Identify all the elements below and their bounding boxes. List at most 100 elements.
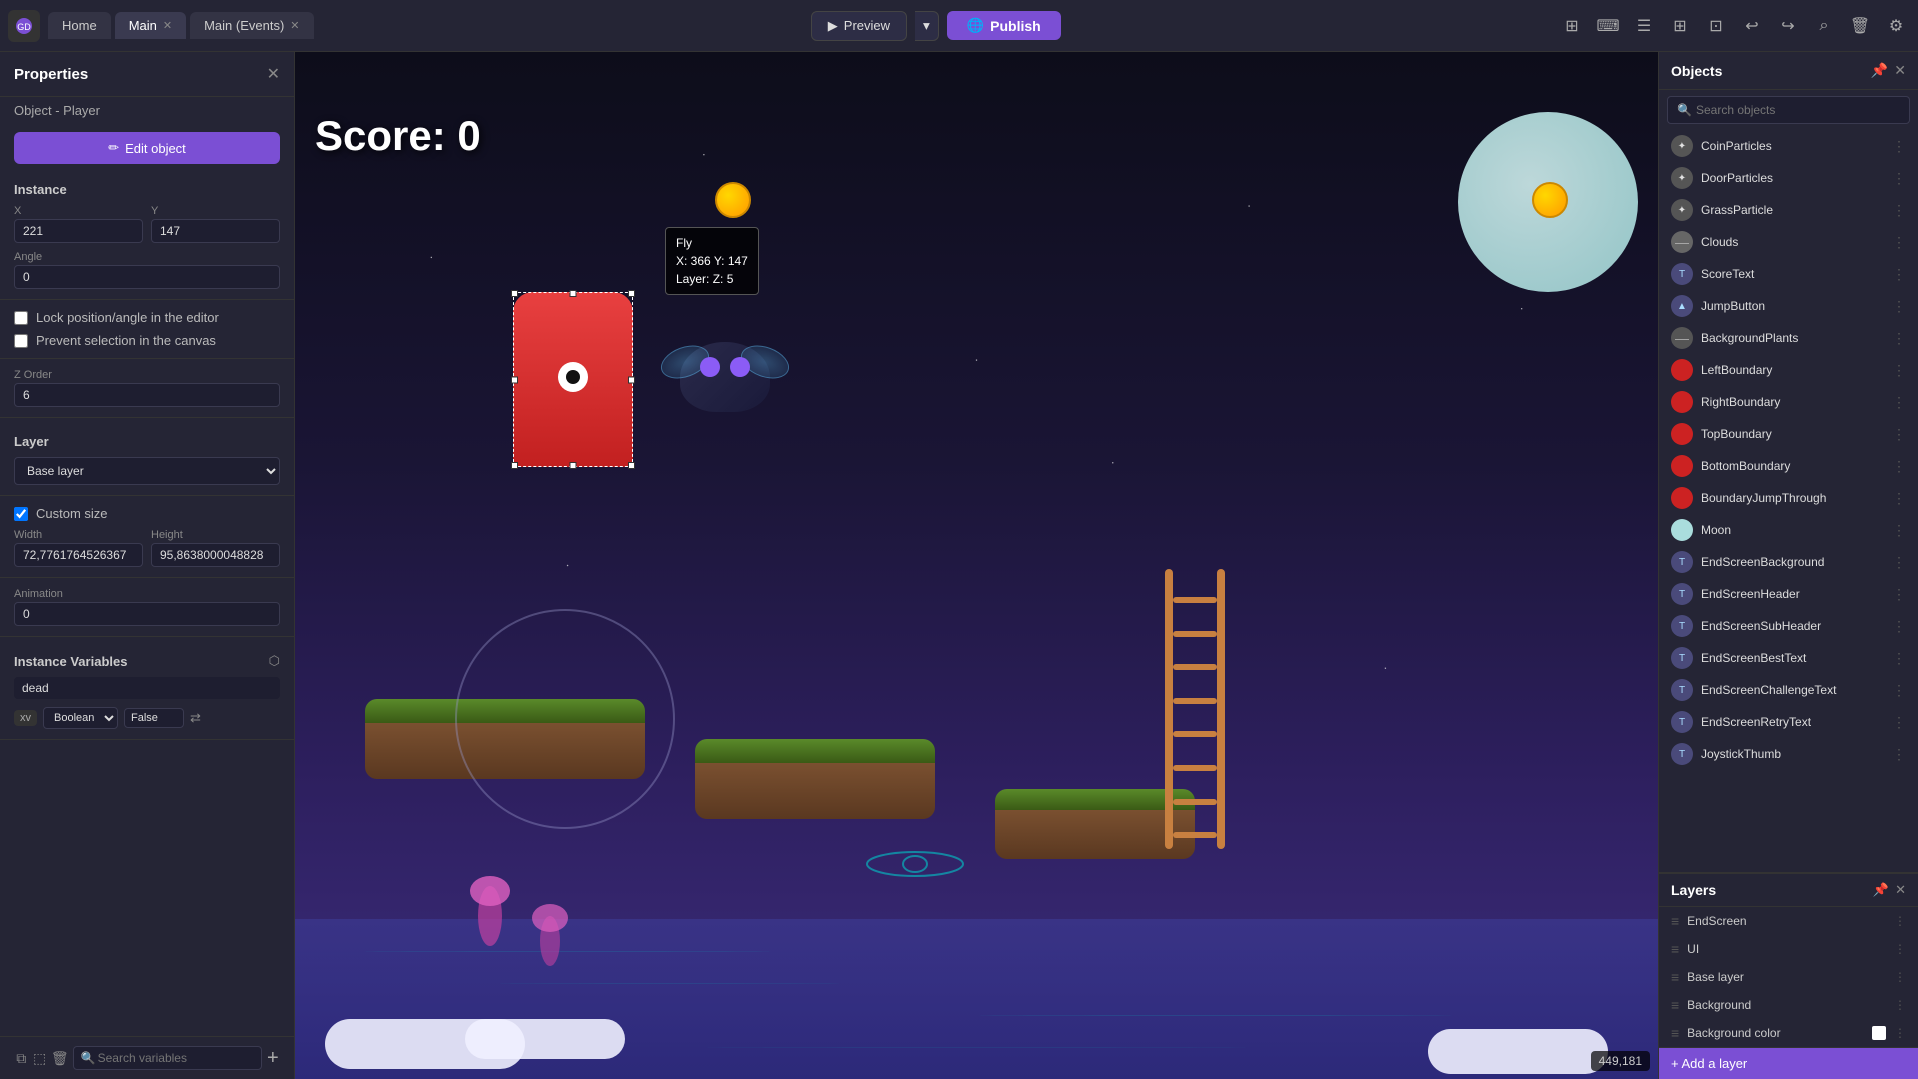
- x-input[interactable]: [14, 219, 143, 243]
- obj-item-doorparticles[interactable]: ✦ DoorParticles ⋮: [1659, 162, 1918, 194]
- grid-icon[interactable]: ⊞: [1666, 12, 1694, 40]
- rightboundary-more[interactable]: ⋮: [1892, 394, 1906, 411]
- settings-icon[interactable]: ⚙: [1882, 12, 1910, 40]
- obj-item-bgplants[interactable]: — BackgroundPlants ⋮: [1659, 322, 1918, 354]
- layer-more-endscreen[interactable]: ⋮: [1894, 914, 1906, 928]
- endscreenheader-more[interactable]: ⋮: [1892, 586, 1906, 603]
- moon-more[interactable]: ⋮: [1892, 522, 1906, 539]
- obj-item-leftboundary[interactable]: LeftBoundary ⋮: [1659, 354, 1918, 386]
- obj-item-endscreenretrytext[interactable]: T EndScreenRetryText ⋮: [1659, 706, 1918, 738]
- scoretext-more[interactable]: ⋮: [1892, 266, 1906, 283]
- edit-object-button[interactable]: ✏ Edit object: [14, 132, 280, 164]
- preview-button[interactable]: ▶ Preview: [811, 11, 907, 41]
- layer-color-swatch-bgcolor[interactable]: [1872, 1026, 1886, 1040]
- width-input[interactable]: [14, 543, 143, 567]
- obj-item-clouds[interactable]: — Clouds ⋮: [1659, 226, 1918, 258]
- tab-main[interactable]: Main ✕: [115, 12, 186, 39]
- zoom-icon[interactable]: ⌕: [1810, 12, 1838, 40]
- endscreenretrytext-more[interactable]: ⋮: [1892, 714, 1906, 731]
- external-link-icon[interactable]: ⬡: [269, 653, 280, 669]
- jumpbutton-more[interactable]: ⋮: [1892, 298, 1906, 315]
- doorparticles-more[interactable]: ⋮: [1892, 170, 1906, 187]
- redo-icon[interactable]: ↪: [1774, 12, 1802, 40]
- animation-input[interactable]: [14, 602, 280, 626]
- obj-item-bottomboundary[interactable]: BottomBoundary ⋮: [1659, 450, 1918, 482]
- add-var-button[interactable]: +: [266, 1045, 280, 1071]
- tab-home[interactable]: Home: [48, 12, 111, 39]
- tab-main-close[interactable]: ✕: [163, 19, 172, 32]
- preview-arrow-button[interactable]: ▾: [915, 11, 939, 41]
- prevent-checkbox[interactable]: [14, 334, 28, 348]
- leftboundary-more[interactable]: ⋮: [1892, 362, 1906, 379]
- obj-item-joystickthumb[interactable]: T JoystickThumb ⋮: [1659, 738, 1918, 770]
- coinparticles-more[interactable]: ⋮: [1892, 138, 1906, 155]
- endscreenbg-more[interactable]: ⋮: [1892, 554, 1906, 571]
- layer-select[interactable]: Base layer: [14, 457, 280, 485]
- layer-item-background[interactable]: ≡ Background ⋮: [1659, 991, 1918, 1019]
- layer-item-endscreen[interactable]: ≡ EndScreen ⋮: [1659, 907, 1918, 935]
- obj-item-jumpbutton[interactable]: ▲ JumpButton ⋮: [1659, 290, 1918, 322]
- objects-close-icon[interactable]: ✕: [1894, 62, 1906, 79]
- layer-more-baselayer[interactable]: ⋮: [1894, 970, 1906, 984]
- fly-enemy[interactable]: [665, 322, 785, 432]
- copy-icon[interactable]: ⧉: [14, 1045, 28, 1071]
- search-vars-input[interactable]: [73, 1046, 262, 1070]
- lock-checkbox[interactable]: [14, 311, 28, 325]
- obj-item-topboundary[interactable]: TopBoundary ⋮: [1659, 418, 1918, 450]
- obj-item-grassparticle[interactable]: ✦ GrassParticle ⋮: [1659, 194, 1918, 226]
- tab-main-events-close[interactable]: ✕: [290, 19, 299, 32]
- obj-item-endscreenbesttext[interactable]: T EndScreenBestText ⋮: [1659, 642, 1918, 674]
- layers-icon[interactable]: ⊞: [1558, 12, 1586, 40]
- paste-icon[interactable]: ⬚: [32, 1045, 46, 1071]
- var-value-input[interactable]: [124, 708, 184, 728]
- obj-item-endscreenbg[interactable]: T EndScreenBackground ⋮: [1659, 546, 1918, 578]
- code-icon[interactable]: ⌨: [1594, 12, 1622, 40]
- custom-size-checkbox[interactable]: [14, 507, 28, 521]
- clouds-more[interactable]: ⋮: [1892, 234, 1906, 251]
- publish-button[interactable]: 🌐 Publish: [947, 11, 1061, 40]
- endscreenchallengetext-more[interactable]: ⋮: [1892, 682, 1906, 699]
- endscreenbesttext-more[interactable]: ⋮: [1892, 650, 1906, 667]
- canvas-area[interactable]: Score: 0 Fly X: 366: [295, 52, 1658, 1079]
- add-layer-button[interactable]: + Add a layer: [1659, 1047, 1918, 1079]
- obj-item-boundaryjumpthrough[interactable]: BoundaryJumpThrough ⋮: [1659, 482, 1918, 514]
- trash-icon[interactable]: 🗑: [1846, 12, 1874, 40]
- layers-pin-icon[interactable]: 📌: [1873, 882, 1889, 898]
- layer-more-bgcolor[interactable]: ⋮: [1894, 1026, 1906, 1040]
- layer-item-bgcolor[interactable]: ≡ Background color ⋮: [1659, 1019, 1918, 1047]
- var-type-select[interactable]: Boolean: [43, 707, 118, 729]
- bgplants-more[interactable]: ⋮: [1892, 330, 1906, 347]
- player-selection[interactable]: [513, 292, 633, 467]
- layer-more-background[interactable]: ⋮: [1894, 998, 1906, 1012]
- grassparticle-more[interactable]: ⋮: [1892, 202, 1906, 219]
- obj-item-rightboundary[interactable]: RightBoundary ⋮: [1659, 386, 1918, 418]
- obj-item-endscreenchallengetext[interactable]: T EndScreenChallengeText ⋮: [1659, 674, 1918, 706]
- obj-item-endscreensubheader[interactable]: T EndScreenSubHeader ⋮: [1659, 610, 1918, 642]
- delete-icon[interactable]: 🗑: [51, 1045, 69, 1071]
- obj-item-endscreenheader[interactable]: T EndScreenHeader ⋮: [1659, 578, 1918, 610]
- layer-item-baselayer[interactable]: ≡ Base layer ⋮: [1659, 963, 1918, 991]
- layer-item-ui[interactable]: ≡ UI ⋮: [1659, 935, 1918, 963]
- y-input[interactable]: [151, 219, 280, 243]
- ruler-icon[interactable]: ⊡: [1702, 12, 1730, 40]
- list-icon[interactable]: ☰: [1630, 12, 1658, 40]
- topboundary-more[interactable]: ⋮: [1892, 426, 1906, 443]
- zorder-input[interactable]: [14, 383, 280, 407]
- undo-icon[interactable]: ↩: [1738, 12, 1766, 40]
- properties-close[interactable]: ✕: [267, 64, 280, 84]
- app-logo[interactable]: GD: [8, 10, 40, 42]
- obj-item-moon[interactable]: Moon ⋮: [1659, 514, 1918, 546]
- layers-close-icon[interactable]: ✕: [1895, 882, 1906, 898]
- layer-more-ui[interactable]: ⋮: [1894, 942, 1906, 956]
- tab-main-events[interactable]: Main (Events) ✕: [190, 12, 313, 39]
- bottomboundary-more[interactable]: ⋮: [1892, 458, 1906, 475]
- joystickthumb-more[interactable]: ⋮: [1892, 746, 1906, 763]
- boundaryjumpthrough-more[interactable]: ⋮: [1892, 490, 1906, 507]
- var-swap-icon[interactable]: ⇄: [190, 710, 201, 726]
- obj-item-scoretext[interactable]: T ScoreText ⋮: [1659, 258, 1918, 290]
- search-objects-input[interactable]: [1667, 96, 1910, 124]
- height-input[interactable]: [151, 543, 280, 567]
- angle-input[interactable]: [14, 265, 280, 289]
- endscreensubheader-more[interactable]: ⋮: [1892, 618, 1906, 635]
- objects-pin-icon[interactable]: 📌: [1871, 62, 1888, 79]
